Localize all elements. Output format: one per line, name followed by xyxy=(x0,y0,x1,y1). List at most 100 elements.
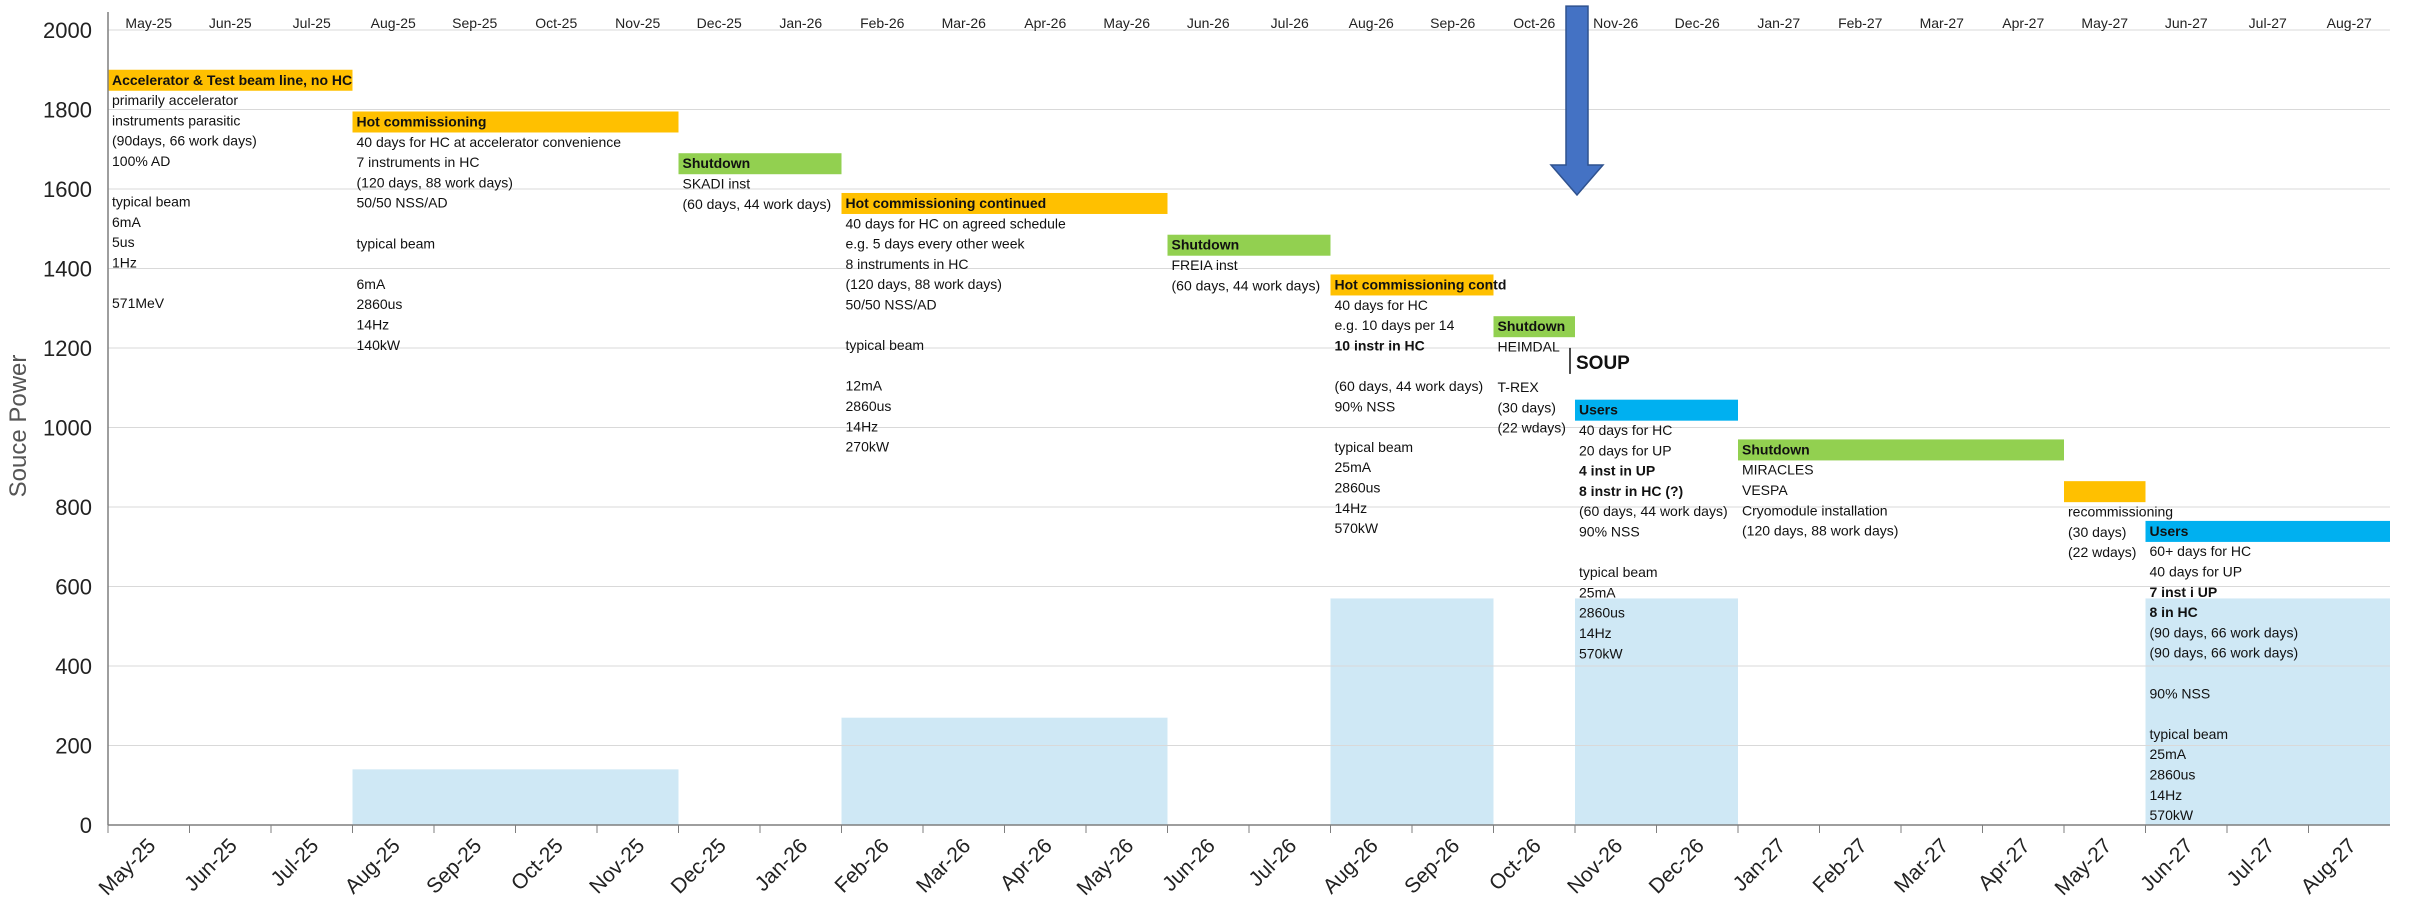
phase-line: T-REX xyxy=(1498,379,1540,395)
phase-title: Shutdown xyxy=(1498,318,1566,334)
x-tick-label: Sep-26 xyxy=(1400,834,1464,898)
x-tick-label-top: Aug-26 xyxy=(1349,15,1394,31)
x-tick-label-top: Oct-25 xyxy=(535,15,577,31)
phase-line: 6mA xyxy=(112,214,141,230)
x-tick-label: Mar-26 xyxy=(912,834,975,897)
x-tick-label-top: Mar-27 xyxy=(1920,15,1965,31)
phase-line: 140kW xyxy=(357,337,401,353)
phase-line: 5us xyxy=(112,234,135,250)
y-tick-label: 200 xyxy=(55,734,92,759)
x-tick-label-top: Feb-26 xyxy=(860,15,905,31)
phase-line: 25mA xyxy=(1335,459,1372,475)
phase-title: Hot commissioning continued xyxy=(846,195,1047,211)
x-tick-label-top: Jan-27 xyxy=(1757,15,1800,31)
phase-line: 40 days for HC xyxy=(1335,297,1428,313)
phase-line: 40 days for HC at accelerator convenienc… xyxy=(357,134,622,150)
phase-line: 40 days for HC on agreed schedule xyxy=(846,215,1066,231)
x-tick-label-top: Apr-26 xyxy=(1024,15,1066,31)
y-tick-label: 1800 xyxy=(43,98,92,123)
x-tick-label-top: Sep-25 xyxy=(452,15,497,31)
x-tick-label-top: Feb-27 xyxy=(1838,15,1883,31)
phase-line: (22 wdays) xyxy=(1498,420,1566,436)
phase-line: 14Hz xyxy=(1335,500,1368,516)
phase-line: 2860us xyxy=(2150,767,2196,783)
x-tick-label: Aug-26 xyxy=(1319,834,1383,898)
phase-line: (120 days, 88 work days) xyxy=(846,276,1002,292)
phase-line: (120 days, 88 work days) xyxy=(1742,523,1898,539)
phase-line: 8 in HC xyxy=(2150,604,2198,620)
x-tick-label: Dec-26 xyxy=(1645,834,1709,898)
phase-line: 570kW xyxy=(1335,520,1379,536)
phase-line: (30 days) xyxy=(2068,524,2126,540)
phase-line: 1Hz xyxy=(112,254,137,270)
y-tick-label: 1400 xyxy=(43,257,92,282)
x-tick-label: Nov-26 xyxy=(1563,834,1627,898)
x-tick-label: Jun-26 xyxy=(1158,834,1220,896)
x-tick-label-top: May-25 xyxy=(125,15,172,31)
phase-line: 8 instruments in HC xyxy=(846,256,969,272)
y-axis-label: Souce Power xyxy=(5,355,32,498)
x-tick-label: May-25 xyxy=(95,834,161,900)
phase-line: primarily accelerator xyxy=(112,92,238,108)
x-tick-label-top: Aug-27 xyxy=(2327,15,2372,31)
y-tick-label: 1200 xyxy=(43,336,92,361)
phase-title: Hot commissioning xyxy=(357,113,487,129)
phase-line: typical beam xyxy=(846,337,925,353)
power-blocks xyxy=(352,598,2390,825)
power-block-1 xyxy=(841,717,1168,825)
phase-bars: Accelerator & Test beam line, no HC prima… xyxy=(108,69,2390,823)
phase-line: 2860us xyxy=(357,296,403,312)
y-tick-label: 400 xyxy=(55,654,92,679)
x-tick-label: Feb-27 xyxy=(1808,834,1871,897)
phase-line: 270kW xyxy=(846,439,890,455)
phase-line: (120 days, 88 work days) xyxy=(357,174,513,190)
phase-line: MIRACLES xyxy=(1742,462,1814,478)
y-tick-label: 800 xyxy=(55,495,92,520)
phase-line: 25mA xyxy=(1579,584,1616,600)
phase-line: 25mA xyxy=(2150,746,2187,762)
y-tick-label: 1000 xyxy=(43,416,92,441)
phase-line: (60 days, 44 work days) xyxy=(1172,277,1321,293)
x-tick-label-top: Dec-25 xyxy=(697,15,742,31)
x-tick-label-top: Aug-25 xyxy=(371,15,416,31)
phase-line: recommissioning xyxy=(2068,503,2173,519)
x-tick-label-top: Jul-26 xyxy=(1271,15,1309,31)
phase-line: 40 days for HC xyxy=(1579,422,1672,438)
down-arrow-icon xyxy=(1549,5,1605,197)
phase-line: 100% AD xyxy=(112,153,170,169)
x-tick-label-top: Apr-27 xyxy=(2002,15,2044,31)
phase-title: Shutdown xyxy=(1172,237,1240,253)
phase-line: 14Hz xyxy=(1579,625,1612,641)
x-tick-label: Oct-25 xyxy=(507,834,568,895)
phase-line: 14Hz xyxy=(2150,787,2183,803)
phase-line: 10 instr in HC xyxy=(1335,337,1425,353)
phase-line: 90% NSS xyxy=(1335,398,1396,414)
x-tick-label: Jan-27 xyxy=(1729,834,1791,896)
phase-line: instruments parasitic xyxy=(112,112,240,128)
x-tick-label: Apr-27 xyxy=(1974,834,2035,895)
phase-line: VESPA xyxy=(1742,482,1788,498)
phase-line: 571MeV xyxy=(112,295,165,311)
y-tick-label: 2000 xyxy=(43,18,92,43)
phase-line: 50/50 NSS/AD xyxy=(357,195,448,211)
phase-line: 12mA xyxy=(846,378,883,394)
phase-line: (90days, 66 work days) xyxy=(112,133,257,149)
phase-line: SKADI inst xyxy=(683,176,751,192)
phase-line: 20 days for UP xyxy=(1579,442,1672,458)
phase-line: typical beam xyxy=(2150,726,2229,742)
x-tick-label: Aug-25 xyxy=(341,834,405,898)
phase-line: typical beam xyxy=(1335,439,1414,455)
x-tick-label: Jun-27 xyxy=(2136,834,2198,896)
phase-line: (60 days, 44 work days) xyxy=(1335,378,1484,394)
x-tick-label: Dec-25 xyxy=(667,834,731,898)
phase-line: 2860us xyxy=(1579,605,1625,621)
x-tick-label-top: Jul-27 xyxy=(2249,15,2287,31)
phase-line: 2860us xyxy=(846,398,892,414)
phase-line: 4 inst in UP xyxy=(1579,463,1655,479)
schedule-chart: Accelerator & Test beam line, no HC prima… xyxy=(5,5,2390,900)
x-tick-label: Aug-27 xyxy=(2297,834,2361,898)
phase-title: Users xyxy=(2150,523,2189,539)
phase-line: e.g. 5 days every other week xyxy=(846,236,1026,252)
phase-line: (22 wdays) xyxy=(2068,544,2136,560)
phase-line: (60 days, 44 work days) xyxy=(1579,503,1728,519)
